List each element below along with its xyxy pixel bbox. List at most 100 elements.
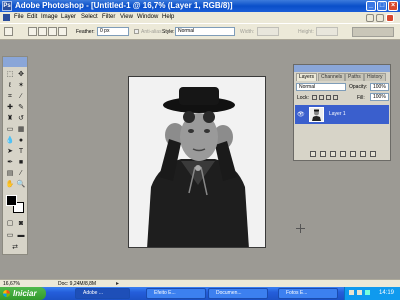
clone-stamp-icon[interactable]: ♜ [5,114,15,124]
hand-tool-icon[interactable]: ✋ [5,180,15,190]
shape-tool-icon[interactable]: ■ [16,158,26,168]
document-canvas[interactable] [128,76,266,248]
clock[interactable]: 14:19 [379,287,394,300]
tab-layers[interactable]: Layers [296,73,318,81]
marquee-tool-icon[interactable]: ⬚ [5,70,15,80]
standard-mode-icon[interactable]: ▢ [5,219,15,229]
layer-name[interactable]: Layer 1 [329,111,346,117]
blend-mode-select[interactable]: Normal [296,83,346,91]
zoom-tool-icon[interactable]: 🔍 [16,180,26,190]
slice-tool-icon[interactable]: ∕ [16,92,26,102]
maximize-button[interactable]: □ [377,1,387,11]
add-selection-icon[interactable] [38,27,47,36]
screen-mode-standard-icon[interactable]: ▭ [5,231,15,241]
toolbox-header[interactable] [3,57,27,67]
intersect-selection-icon[interactable] [58,27,67,36]
lock-image-icon[interactable] [319,95,324,100]
start-label: Iniciar [13,289,37,298]
style-select[interactable]: Normal [175,27,235,36]
tab-paths[interactable]: Paths [345,73,364,81]
new-selection-icon[interactable] [28,27,37,36]
new-layer-icon[interactable] [360,151,366,157]
lock-position-icon[interactable] [326,95,331,100]
options-bar: Feather: 0 px Anti-alias Style: Normal W… [0,23,400,40]
document-menu-icon[interactable] [3,14,10,21]
lock-transparent-icon[interactable] [312,95,317,100]
menu-view[interactable]: View [120,12,133,23]
subtract-selection-icon[interactable] [48,27,57,36]
screen-mode-full-icon[interactable]: ▬ [16,231,26,241]
gradient-tool-icon[interactable]: ▦ [16,125,26,135]
window-title: Adobe Photoshop - [Untitled-1 @ 16,7% (L… [15,1,233,10]
menu-edit[interactable]: Edit [27,12,37,23]
doc-restore-button[interactable] [376,14,384,22]
feather-input[interactable]: 0 px [97,27,129,36]
tray-icon-2[interactable] [357,290,362,295]
history-brush-icon[interactable]: ↺ [16,114,26,124]
close-button[interactable]: × [388,1,398,11]
lasso-tool-icon[interactable]: ℓ [5,81,15,91]
menu-image[interactable]: Image [41,12,58,23]
eraser-tool-icon[interactable]: ▭ [5,125,15,135]
tab-channels[interactable]: Channels [318,73,346,81]
lock-all-icon[interactable] [333,95,338,100]
title-bar[interactable]: Ps Adobe Photoshop - [Untitled-1 @ 16,7%… [0,0,400,12]
windows-logo-icon [3,290,10,297]
pen-tool-icon[interactable]: ✒ [5,158,15,168]
lock-label: Lock: [297,95,309,101]
width-input[interactable] [257,27,279,36]
move-tool-icon[interactable]: ✥ [16,70,26,80]
task-efeito[interactable]: Efeito E... [146,288,206,299]
menu-filter[interactable]: Filter [102,12,115,23]
menu-window[interactable]: Window [137,12,158,23]
task-fotos[interactable]: Fotos E... [278,288,338,299]
width-label: Width: [240,29,255,35]
start-button[interactable]: Iniciar [0,287,46,300]
fill-input[interactable]: 100% [370,93,389,101]
notes-tool-icon[interactable]: ▤ [5,169,15,179]
blur-tool-icon[interactable]: 💧 [5,136,15,146]
tab-history[interactable]: History [364,73,386,81]
imageready-jump-icon[interactable]: ⇄ [10,243,20,253]
layer-thumbnail [309,107,324,122]
brush-tool-icon[interactable]: ✎ [16,103,26,113]
type-tool-icon[interactable]: T [16,147,26,157]
new-group-icon[interactable] [350,151,356,157]
task-adobe[interactable]: Adobe ... [75,288,130,299]
task-documents[interactable]: Documen... [208,288,268,299]
tray-icon-1[interactable] [349,290,354,295]
trash-icon[interactable] [370,151,376,157]
minimize-button[interactable]: _ [366,1,376,11]
healing-brush-icon[interactable]: ✚ [5,103,15,113]
path-selection-icon[interactable]: ➤ [5,147,15,157]
link-layers-icon[interactable] [310,151,316,157]
quick-mask-icon[interactable]: ◙ [16,219,26,229]
doc-close-button[interactable] [386,14,394,22]
eyedropper-tool-icon[interactable]: ⁄ [16,169,26,179]
antialias-checkbox[interactable] [134,29,139,34]
menu-layer[interactable]: Layer [61,12,76,23]
opacity-label: Opacity: [349,84,368,90]
crop-tool-icon[interactable]: ⌗ [5,92,15,102]
height-label: Height: [298,29,314,35]
eye-visibility-icon[interactable]: 👁 [297,111,305,118]
dodge-tool-icon[interactable]: ● [16,136,26,146]
menu-select[interactable]: Select [81,12,98,23]
magic-wand-tool-icon[interactable]: ✶ [16,81,26,91]
foreground-color-swatch[interactable] [6,195,17,206]
layer-mask-icon[interactable] [330,151,336,157]
taskbar: Iniciar Adobe ... Efeito E... Documen...… [0,287,400,300]
marquee-preset-icon[interactable] [4,27,13,36]
layer-row[interactable]: 👁 Layer 1 [295,105,389,124]
height-input[interactable] [316,27,338,36]
layers-palette-titlebar[interactable] [294,65,390,72]
doc-minimize-button[interactable] [366,14,374,22]
menu-file[interactable]: File [14,12,24,23]
layer-style-icon[interactable] [320,151,326,157]
menu-help[interactable]: Help [162,12,174,23]
palette-well[interactable] [352,27,394,37]
tray-icon-3[interactable] [365,290,370,295]
opacity-input[interactable]: 100% [370,83,389,91]
adjustment-layer-icon[interactable] [340,151,346,157]
crosshair-cursor-icon [296,224,305,233]
